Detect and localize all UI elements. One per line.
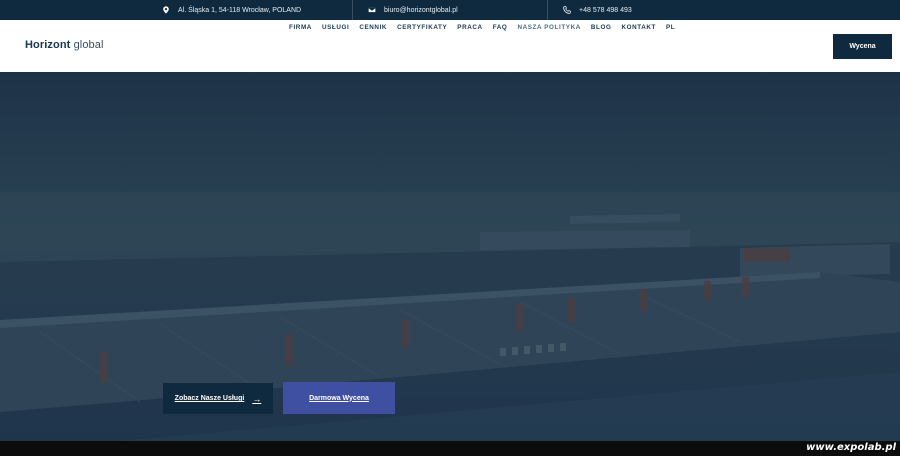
logo-light-text: global (73, 39, 104, 51)
site-header: Horizont global FIRMA USŁUGI CENNIK CERT… (0, 20, 900, 72)
phone-info[interactable]: +48 578 498 493 (563, 0, 632, 20)
envelope-icon (368, 7, 376, 13)
nav-item-uslugi[interactable]: USŁUGI (322, 24, 349, 31)
email-link[interactable]: biuro@horizontglobal.pl (384, 7, 458, 14)
address-info: Al. Śląska 1, 54-118 Wrocław, POLAND (162, 0, 301, 20)
nav-item-praca[interactable]: PRACA (457, 24, 482, 31)
address-text: Al. Śląska 1, 54-118 Wrocław, POLAND (178, 6, 302, 14)
topbar-divider (547, 0, 548, 20)
free-quote-button[interactable]: Darmowa Wycena (283, 382, 395, 414)
email-info[interactable]: biuro@horizontglobal.pl (368, 0, 458, 20)
hero-dark-overlay (0, 72, 900, 441)
nav-item-blog[interactable]: BLOG (591, 24, 612, 31)
nav-item-nasza-polityka[interactable]: NASZA POLITYKA (517, 24, 580, 31)
phone-link[interactable]: +48 578 498 493 (579, 7, 632, 14)
top-info-bar: Al. Śląska 1, 54-118 Wrocław, POLAND biu… (0, 0, 900, 20)
nav-item-firma[interactable]: FIRMA (289, 24, 312, 31)
nav-item-faq[interactable]: FAQ (493, 24, 508, 31)
hero-section (0, 72, 900, 441)
main-navigation: FIRMA USŁUGI CENNIK CERTYFIKATY PRACA FA… (289, 24, 675, 31)
site-logo[interactable]: Horizont global (25, 39, 104, 51)
bottom-strip (0, 441, 900, 456)
topbar-divider (352, 0, 353, 20)
nav-item-cennik[interactable]: CENNIK (359, 24, 387, 31)
arrow-right-icon: → (252, 393, 262, 404)
location-pin-icon (163, 6, 169, 14)
language-switcher[interactable]: PL (666, 24, 675, 31)
quote-button[interactable]: Wycena (833, 34, 892, 59)
free-quote-label: Darmowa Wycena (309, 394, 369, 402)
nav-item-certyfikaty[interactable]: CERTYFIKATY (397, 24, 447, 31)
watermark-text: www.expolab.pl (806, 442, 896, 453)
see-services-button[interactable]: Zobacz Nasze Usługi → (163, 383, 273, 414)
see-services-label: Zobacz Nasze Usługi (174, 395, 245, 402)
logo-strong-text: Horizont (25, 39, 71, 51)
nav-item-kontakt[interactable]: KONTAKT (621, 24, 656, 31)
phone-icon (563, 6, 571, 14)
